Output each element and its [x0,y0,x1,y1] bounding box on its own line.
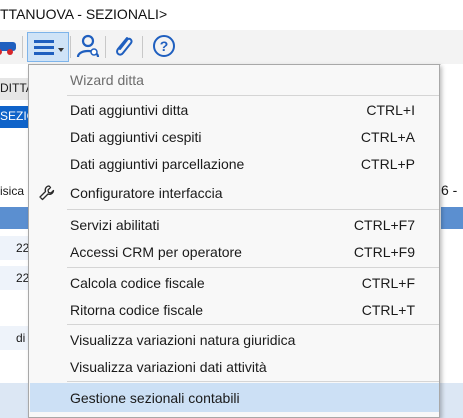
menu-header-label: Wizard ditta [70,71,144,88]
car-icon [0,42,16,55]
attachment-button[interactable] [110,32,138,60]
menu-item-variazioni-natura-giuridica[interactable]: Visualizza variazioni natura giuridica [30,326,439,353]
table-row: 22 [0,266,30,290]
menu-item-label: Ritorna codice fiscale [70,301,204,318]
title-bar: TTANUOVA - SEZIONALI> [0,0,463,30]
menu-item-shortcut: CTRL+F9 [353,243,415,260]
menu-icon [34,40,64,55]
menu-item-label: Servizi abilitati [70,216,160,233]
menu-separator [67,381,439,382]
menu-separator [67,209,439,210]
menu-item-label: Configuratore interfaccia [70,184,223,201]
background-panel-right: 6 - [441,64,463,418]
menu-item-shortcut: CTRL+A [360,128,415,145]
menu-separator [67,267,439,268]
menu-header: Wizard ditta [30,66,439,93]
user-config-icon [76,34,100,58]
column-header: DITTA [0,78,30,100]
svg-text:?: ? [160,38,169,54]
menu-item-shortcut: CTRL+F [361,274,415,291]
wrench-icon [39,185,55,201]
menu-item-label: Calcola codice fiscale [70,274,205,291]
tab-label[interactable]: isica [0,182,30,202]
car-button[interactable] [0,32,20,60]
table-row: di [0,326,30,350]
menu-item-label: Dati aggiuntivi parcellazione [70,155,245,172]
main-menu-button[interactable] [27,32,69,62]
user-config-button[interactable] [74,32,102,60]
toolbar: ? [0,30,463,65]
menu-item-calcola-codice-fiscale[interactable]: Calcola codice fiscale CTRL+F [30,269,439,296]
help-icon: ? [153,35,175,57]
paperclip-icon [116,37,133,56]
menu-item-label: Accessi CRM per operatore [70,243,242,260]
menu-item-gestione-sezionali-contabili[interactable]: Gestione sezionali contabili [30,383,439,412]
menu-item-variazioni-dati-attivita[interactable]: Visualizza variazioni dati attività [30,353,439,380]
menu-item-label: Visualizza variazioni dati attività [70,358,267,375]
menu-item-dati-aggiuntivi-ditta[interactable]: Dati aggiuntivi ditta CTRL+I [30,96,439,123]
menu-item-servizi-abilitati[interactable]: Servizi abilitati CTRL+F7 [30,211,439,238]
background-panel: DITTA SEZIO isica 22 22 di [0,64,30,418]
menu-item-shortcut: CTRL+T [361,301,415,318]
menu-item-label: Gestione sezionali contabili [70,389,240,406]
menu-item-label: Visualizza variazioni natura giuridica [70,331,296,348]
grid-header-bar [0,207,28,229]
help-button[interactable]: ? [150,32,178,60]
menu-item-label: Dati aggiuntivi ditta [70,101,189,118]
menu-separator [67,324,439,325]
grid-header-bar-right [441,207,463,229]
right-fragment: 6 - [441,182,458,198]
menu-item-dati-aggiuntivi-parcellazione[interactable]: Dati aggiuntivi parcellazione CTRL+P [30,150,439,177]
menu-item-dati-aggiuntivi-cespiti[interactable]: Dati aggiuntivi cespiti CTRL+A [30,123,439,150]
menu-item-configuratore-interfaccia[interactable]: Configuratore interfaccia [30,179,439,206]
selected-row[interactable]: SEZIO [0,106,30,128]
menu-item-accessi-crm[interactable]: Accessi CRM per operatore CTRL+F9 [30,238,439,265]
menu-item-label: Dati aggiuntivi cespiti [70,128,202,145]
menu-item-shortcut: CTRL+I [366,101,415,118]
table-row: 22 [0,236,30,260]
window-title: TTANUOVA - SEZIONALI> [0,6,168,22]
dropdown-menu: Wizard ditta Dati aggiuntivi ditta CTRL+… [28,64,440,418]
menu-item-ritorna-codice-fiscale[interactable]: Ritorna codice fiscale CTRL+T [30,296,439,323]
menu-item-shortcut: CTRL+P [360,155,415,172]
menu-item-shortcut: CTRL+F7 [353,216,415,233]
